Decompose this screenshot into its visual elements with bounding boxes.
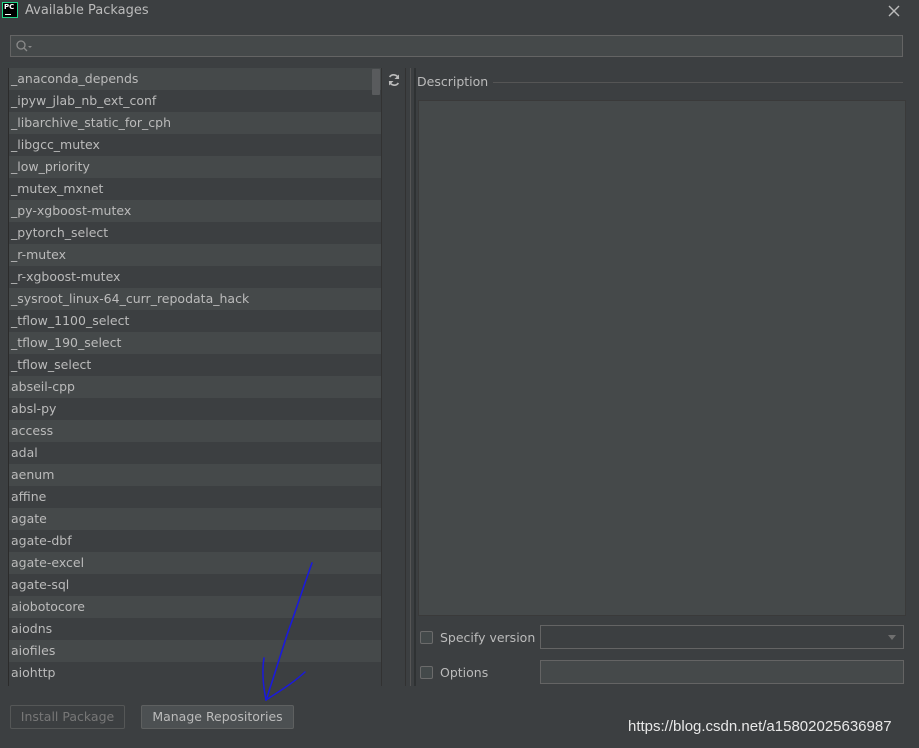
specify-version-checkbox[interactable] (420, 631, 433, 644)
panel-splitter[interactable] (410, 68, 411, 686)
description-panel-edge (414, 68, 416, 686)
package-row[interactable]: aiobotocore (9, 596, 382, 618)
package-row[interactable]: _anaconda_depends (9, 68, 382, 90)
package-list-scrollbar[interactable] (371, 68, 381, 686)
pycharm-logo-icon: PC (2, 2, 18, 18)
package-row[interactable]: agate-dbf (9, 530, 382, 552)
scrollbar-thumb[interactable] (372, 69, 380, 95)
description-separator (493, 82, 903, 83)
package-row[interactable]: _r-xgboost-mutex (9, 266, 382, 288)
search-input[interactable] (37, 38, 901, 56)
window-title: Available Packages (25, 3, 149, 18)
package-row[interactable]: _sysroot_linux-64_curr_repodata_hack (9, 288, 382, 310)
version-dropdown[interactable] (540, 625, 904, 649)
refresh-icon[interactable] (387, 73, 401, 87)
package-row[interactable]: affine (9, 486, 382, 508)
package-row[interactable]: abseil-cpp (9, 376, 382, 398)
title-bar: PC Available Packages (0, 0, 919, 24)
package-row[interactable]: aenum (9, 464, 382, 486)
close-icon[interactable] (885, 2, 903, 20)
search-icon (16, 40, 32, 52)
package-row[interactable]: agate-excel (9, 552, 382, 574)
available-packages-dialog: PC Available Packages _anaconda_depends _… (0, 0, 919, 748)
package-row[interactable]: _ipyw_jlab_nb_ext_conf (9, 90, 382, 112)
options-label: Options (440, 665, 489, 680)
toolbar-divider (405, 68, 406, 686)
specify-version-label: Specify version (440, 630, 536, 645)
package-row[interactable]: adal (9, 442, 382, 464)
options-checkbox[interactable] (420, 666, 433, 679)
package-row[interactable]: _tflow_select (9, 354, 382, 376)
package-row[interactable]: _libgcc_mutex (9, 134, 382, 156)
package-row[interactable]: _py-xgboost-mutex (9, 200, 382, 222)
package-row[interactable]: _tflow_1100_select (9, 310, 382, 332)
description-label: Description (417, 74, 489, 89)
package-row[interactable]: _mutex_mxnet (9, 178, 382, 200)
package-row[interactable]: _tflow_190_select (9, 332, 382, 354)
package-row[interactable]: aiodns (9, 618, 382, 640)
package-row[interactable]: _r-mutex (9, 244, 382, 266)
options-input[interactable] (540, 660, 904, 684)
package-row[interactable]: agate-sql (9, 574, 382, 596)
install-package-button[interactable]: Install Package (10, 705, 125, 729)
description-area (418, 100, 906, 616)
watermark-text: https://blog.csdn.net/a15802025636987 (628, 718, 892, 735)
package-row[interactable]: absl-py (9, 398, 382, 420)
package-row[interactable]: _low_priority (9, 156, 382, 178)
package-row[interactable]: _libarchive_static_for_cph (9, 112, 382, 134)
package-list[interactable]: _anaconda_depends _ipyw_jlab_nb_ext_conf _… (8, 68, 382, 686)
chevron-down-icon (888, 635, 896, 640)
list-toolbar (381, 68, 406, 686)
manage-repositories-button[interactable]: Manage Repositories (141, 705, 294, 729)
package-row[interactable]: aiohttp (9, 662, 382, 684)
package-row[interactable]: _pytorch_select (9, 222, 382, 244)
package-row[interactable]: access (9, 420, 382, 442)
package-row[interactable]: aiofiles (9, 640, 382, 662)
package-row[interactable]: agate (9, 508, 382, 530)
search-field[interactable] (10, 35, 903, 57)
